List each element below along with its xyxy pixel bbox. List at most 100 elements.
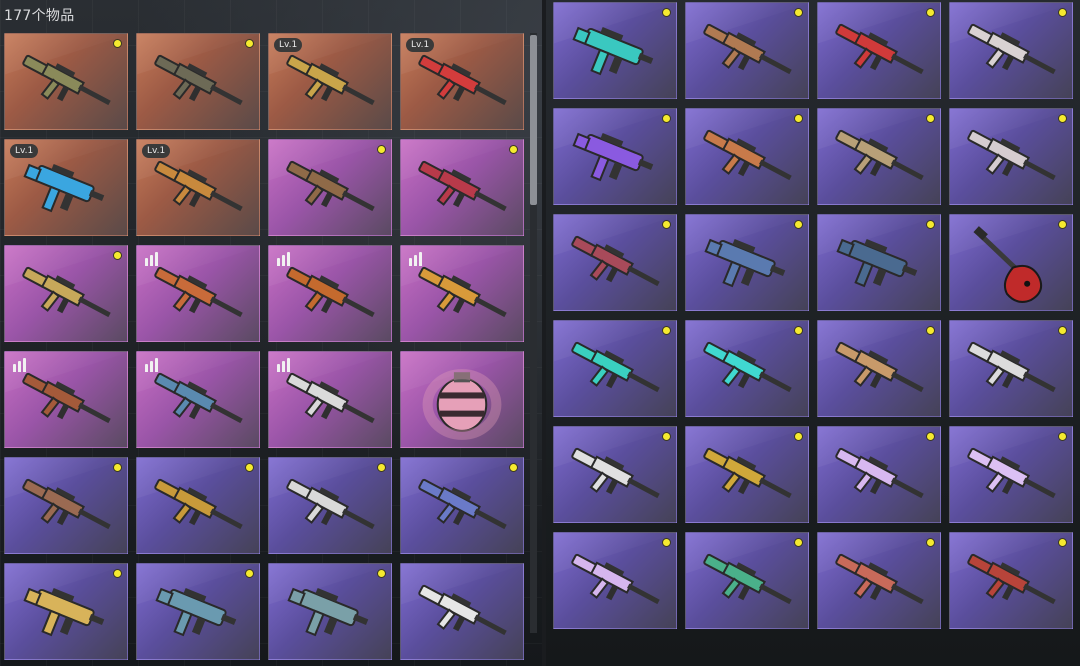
inventory-item-card[interactable] [817,426,941,523]
inventory-item-card[interactable] [685,2,809,99]
inventory-scrollbar[interactable] [530,33,537,633]
inventory-item-card[interactable] [136,351,260,448]
inventory-item-card[interactable] [553,426,677,523]
new-indicator-dot [662,8,671,17]
shotgun-silver-icon [967,341,1056,393]
inventory-item-card[interactable] [400,351,524,448]
famas-camo-icon [835,129,924,181]
level-badge: Lv.1 [274,38,303,52]
inventory-item-card[interactable] [685,108,809,205]
inventory-item-card[interactable] [553,320,677,417]
new-indicator-dot [794,326,803,335]
new-indicator-dot [926,538,935,547]
new-indicator-dot [509,463,518,472]
inventory-item-card[interactable] [553,532,677,629]
new-indicator-dot [794,114,803,123]
inventory-item-card[interactable] [268,351,392,448]
inventory-item-card[interactable] [817,2,941,99]
vector-camo-icon [704,238,786,288]
inventory-item-card[interactable] [136,33,260,130]
tier-bars-icon [409,252,422,266]
inventory-item-card[interactable] [4,33,128,130]
inventory-item-card[interactable] [4,457,128,554]
inventory-item-card[interactable] [400,563,524,660]
inventory-item-card[interactable] [817,532,941,629]
assault-rifle-blue-icon [418,478,507,530]
new-indicator-dot [377,145,386,154]
new-indicator-dot [377,569,386,578]
inventory-item-card[interactable] [400,139,524,236]
inventory-item-card[interactable] [268,457,392,554]
inventory-item-card[interactable] [949,2,1073,99]
lmg-green-icon [703,553,792,605]
inventory-item-card[interactable] [685,214,809,311]
inventory-item-card[interactable] [268,139,392,236]
new-indicator-dot [113,39,122,48]
new-indicator-dot [662,114,671,123]
new-indicator-dot [926,8,935,17]
inventory-item-card[interactable] [400,457,524,554]
inventory-item-card[interactable] [949,532,1073,629]
inventory-item-card[interactable] [949,214,1073,311]
shotgun-lavender-icon [571,553,660,605]
shotgun-silver-icon [286,478,375,530]
assault-rifle-orange-icon [835,341,924,393]
scrollbar-thumb[interactable] [530,35,537,205]
inventory-item-card[interactable] [553,214,677,311]
inventory-item-card[interactable] [685,426,809,523]
assault-rifle-red-icon [571,235,660,287]
inventory-item-card[interactable] [553,108,677,205]
assault-rifle-red-icon [418,160,507,212]
inventory-item-card[interactable] [685,532,809,629]
vector-camo-icon [155,587,237,637]
new-indicator-dot [245,39,254,48]
level-badge: Lv.1 [406,38,435,52]
inventory-item-card[interactable] [553,2,677,99]
assault-rifle-red-icon [967,553,1056,605]
inventory-item-card[interactable] [949,108,1073,205]
inventory-item-card[interactable]: Lv.1 [4,139,128,236]
inventory-item-card[interactable] [4,245,128,342]
inventory-item-card[interactable] [268,563,392,660]
new-indicator-dot [794,8,803,17]
new-indicator-dot [662,432,671,441]
new-indicator-dot [1058,114,1067,123]
new-indicator-dot [1058,432,1067,441]
inventory-item-card[interactable] [685,320,809,417]
inventory-item-card[interactable] [268,245,392,342]
assault-rifle-teal-icon [703,341,792,393]
panel-divider [542,0,546,666]
shotgun-lavender-icon [967,447,1056,499]
inventory-item-card[interactable] [4,351,128,448]
inventory-item-card[interactable]: Lv.1 [136,139,260,236]
inventory-grid-left: Lv.1 Lv.1 Lv.1 Lv.1 [4,33,526,666]
assault-rifle-ak-icon [703,129,792,181]
inventory-item-card[interactable] [817,214,941,311]
tier-bars-icon [277,358,290,372]
inventory-item-card[interactable] [136,245,260,342]
new-indicator-dot [1058,326,1067,335]
inventory-item-card[interactable] [4,563,128,660]
inventory-item-card[interactable] [817,108,941,205]
inventory-item-card[interactable] [136,563,260,660]
inventory-item-card[interactable] [400,245,524,342]
tier-bars-icon [13,358,26,372]
inventory-item-card[interactable]: Lv.1 [268,33,392,130]
inventory-item-card[interactable] [136,457,260,554]
tier-bars-icon [145,252,158,266]
new-indicator-dot [662,326,671,335]
new-indicator-dot [245,463,254,472]
smg-gold-icon [23,587,105,637]
new-indicator-dot [245,569,254,578]
inventory-item-card[interactable] [949,320,1073,417]
sniper-rifle-red-icon [835,23,924,75]
inventory-item-card[interactable]: Lv.1 [400,33,524,130]
item-count-label: 177个物品 [4,8,75,24]
inventory-item-card[interactable] [949,426,1073,523]
item-grid: Lv.1 Lv.1 Lv.1 Lv.1 [4,33,526,666]
inventory-item-card[interactable] [817,320,941,417]
item-grid [553,2,1080,666]
new-indicator-dot [662,538,671,547]
tier-bars-icon [145,358,158,372]
famas-gold-icon [154,478,243,530]
